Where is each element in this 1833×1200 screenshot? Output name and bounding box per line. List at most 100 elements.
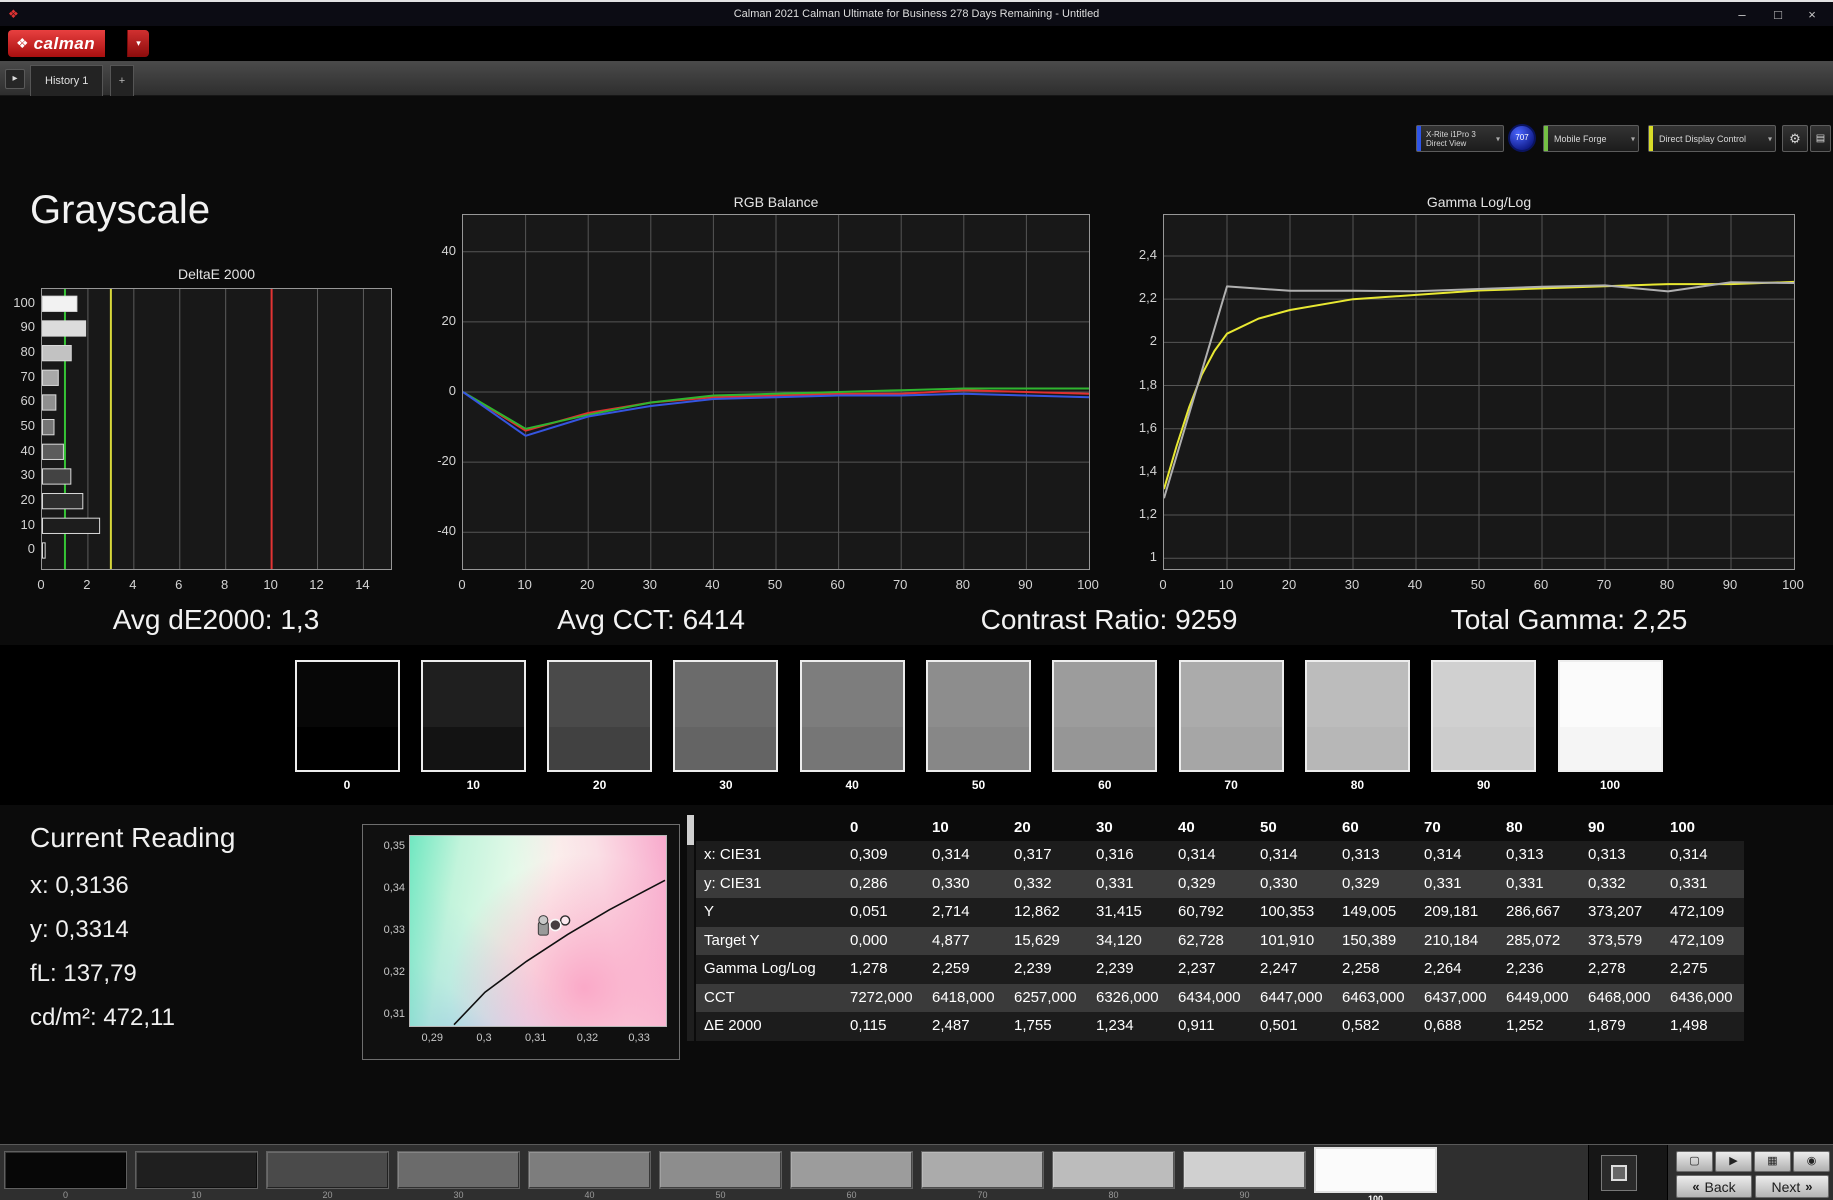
logo-bar: ❖ calman ▾ [0, 26, 1833, 73]
table-cell: 0,000 [842, 926, 924, 955]
table-cell: 7272,000 [842, 983, 924, 1012]
axis-tick-label: 40 [705, 577, 720, 592]
grayscale-patch-button[interactable] [1052, 1151, 1175, 1189]
table-row-label: y: CIE31 [696, 869, 842, 898]
swatch-actual-half [1559, 662, 1661, 727]
meter-toggle-button[interactable]: ▢ [1676, 1151, 1713, 1172]
grayscale-patch-button[interactable] [528, 1151, 651, 1189]
table-column-header: 0 [850, 819, 859, 836]
table-cell: 149,005 [1334, 898, 1416, 927]
table-column-header: 50 [1260, 819, 1277, 836]
chevron-down-icon: ▾ [1767, 134, 1772, 143]
settings-gear-button[interactable]: ⚙ [1782, 125, 1808, 152]
tab-scroll-button[interactable]: ▸ [5, 69, 25, 89]
patch-level-label: 100 [1367, 1194, 1384, 1200]
report-button[interactable]: ▦ [1754, 1151, 1791, 1172]
maximize-button[interactable]: □ [1763, 5, 1793, 25]
calman-menu-arrow[interactable]: ▾ [127, 30, 149, 57]
page-title: Grayscale [30, 188, 211, 232]
meter-badge[interactable]: 707 [1508, 124, 1536, 152]
axis-tick-label: 0,31 [524, 1032, 547, 1044]
axis-tick-label: 70 [892, 577, 908, 592]
table-cell: 6447,000 [1252, 983, 1334, 1012]
axis-tick-label: 70 [20, 368, 35, 384]
axis-tick-label: 2 [1149, 333, 1157, 349]
swatch-actual-half [1433, 662, 1535, 727]
table-cell: 1,755 [1006, 1012, 1088, 1041]
display-control-button[interactable]: Direct Display Control ▾ [1648, 125, 1776, 152]
grayscale-swatch [1178, 660, 1284, 772]
grayscale-patch-button[interactable] [4, 1151, 127, 1189]
grayscale-swatch [926, 660, 1031, 772]
table-row-label: x: CIE31 [696, 841, 842, 870]
calman-wordmark: calman [33, 33, 96, 53]
table-column-header: 70 [1424, 819, 1441, 836]
minimize-button[interactable]: – [1727, 5, 1757, 25]
grayscale-patch-button[interactable] [397, 1151, 520, 1189]
grayscale-patch-button[interactable] [1314, 1147, 1437, 1193]
window-title: Calman 2021 Calman Ultimate for Business… [733, 8, 1100, 20]
axis-tick-label: 40 [1407, 577, 1423, 592]
swatch-level-label: 90 [1477, 778, 1491, 792]
table-cell: 6437,000 [1416, 983, 1498, 1012]
grayscale-swatch [547, 660, 653, 772]
swatch-level-label: 20 [592, 778, 607, 792]
table-row-label: Gamma Log/Log [696, 955, 842, 984]
grayscale-patch-button[interactable] [790, 1151, 913, 1189]
swatch-target-half [296, 726, 398, 770]
swatch-level-label: 60 [1098, 778, 1112, 792]
patch-window-button[interactable] [1601, 1155, 1637, 1191]
grayscale-patch-button[interactable] [921, 1151, 1044, 1189]
table-scrollbar-thumb[interactable] [687, 815, 694, 845]
meter-select-button[interactable]: X-Rite i1Pro 3 Direct View ▾ [1416, 125, 1504, 152]
deltae-bars-svg [42, 289, 364, 569]
tab-history-1[interactable]: History 1 [30, 65, 104, 96]
table-cell: 286,667 [1498, 898, 1580, 927]
grayscale-patch-button[interactable] [135, 1151, 258, 1189]
table-cell: 2,275 [1662, 955, 1744, 984]
table-cell: 2,487 [924, 1012, 1006, 1041]
table-cell: 34,120 [1088, 926, 1170, 955]
grayscale-patch-button[interactable] [659, 1151, 782, 1189]
next-button[interactable]: Next » [1755, 1175, 1829, 1198]
table-cell: 6436,000 [1662, 983, 1744, 1012]
axis-tick-label: 90 [20, 319, 35, 335]
table-scrollbar[interactable] [687, 815, 694, 1041]
meter-status-chip [1417, 126, 1421, 151]
view-button[interactable]: ◉ [1793, 1151, 1830, 1172]
display-control-name: Direct Display Control [1659, 133, 1747, 144]
close-button[interactable]: × [1797, 5, 1827, 25]
table-row-label: CCT [696, 983, 842, 1012]
axis-tick-label: 50 [20, 418, 35, 434]
gamma-chart: Gamma Log/Log 2,4 2,2 2 1,8 1,6 1,4 1,2 1 0 10 20 3… [1139, 192, 1830, 602]
axis-tick-label: 60 [830, 577, 845, 592]
chevron-down-icon: ▾ [1495, 134, 1500, 143]
grayscale-patch-button[interactable] [1183, 1151, 1306, 1189]
layout-button[interactable]: ▤ [1810, 125, 1831, 152]
grayscale-swatch [673, 660, 779, 772]
play-button[interactable]: ▶ [1715, 1151, 1752, 1172]
back-button[interactable]: « Back [1676, 1175, 1752, 1198]
swatch-actual-half [675, 662, 777, 727]
axis-tick-label: 0 [1159, 577, 1167, 592]
source-select-button[interactable]: Mobile Forge ▾ [1543, 125, 1639, 152]
table-cell: 373,579 [1580, 926, 1662, 955]
rgb-balance-chart: RGB Balance 40 20 0 -20 -40 0 10 20 30 40 50 60 70 80… [437, 192, 1110, 602]
patch-level-label: 10 [191, 1190, 202, 1200]
reading-y-value: y: 0,3314 [30, 916, 129, 943]
table-cell: 6463,000 [1334, 983, 1416, 1012]
new-tab-button[interactable]: + [110, 65, 134, 96]
axis-tick-label: 50 [767, 577, 783, 592]
swatch-actual-half [801, 662, 903, 727]
axis-tick-label: 20 [1281, 577, 1297, 592]
table-cell: 0,911 [1170, 1012, 1252, 1041]
table-cell: 2,714 [924, 898, 1006, 927]
swatch-target-half [549, 726, 651, 770]
swatch-actual-half [422, 662, 524, 727]
axis-tick-label: 100 [1077, 577, 1099, 592]
table-cell: 1,498 [1662, 1012, 1744, 1041]
calman-logo-button[interactable]: ❖ calman [8, 30, 106, 57]
grayscale-patch-button[interactable] [266, 1151, 389, 1189]
patch-level-label: 30 [453, 1190, 464, 1200]
table-cell: 0,329 [1170, 869, 1252, 898]
